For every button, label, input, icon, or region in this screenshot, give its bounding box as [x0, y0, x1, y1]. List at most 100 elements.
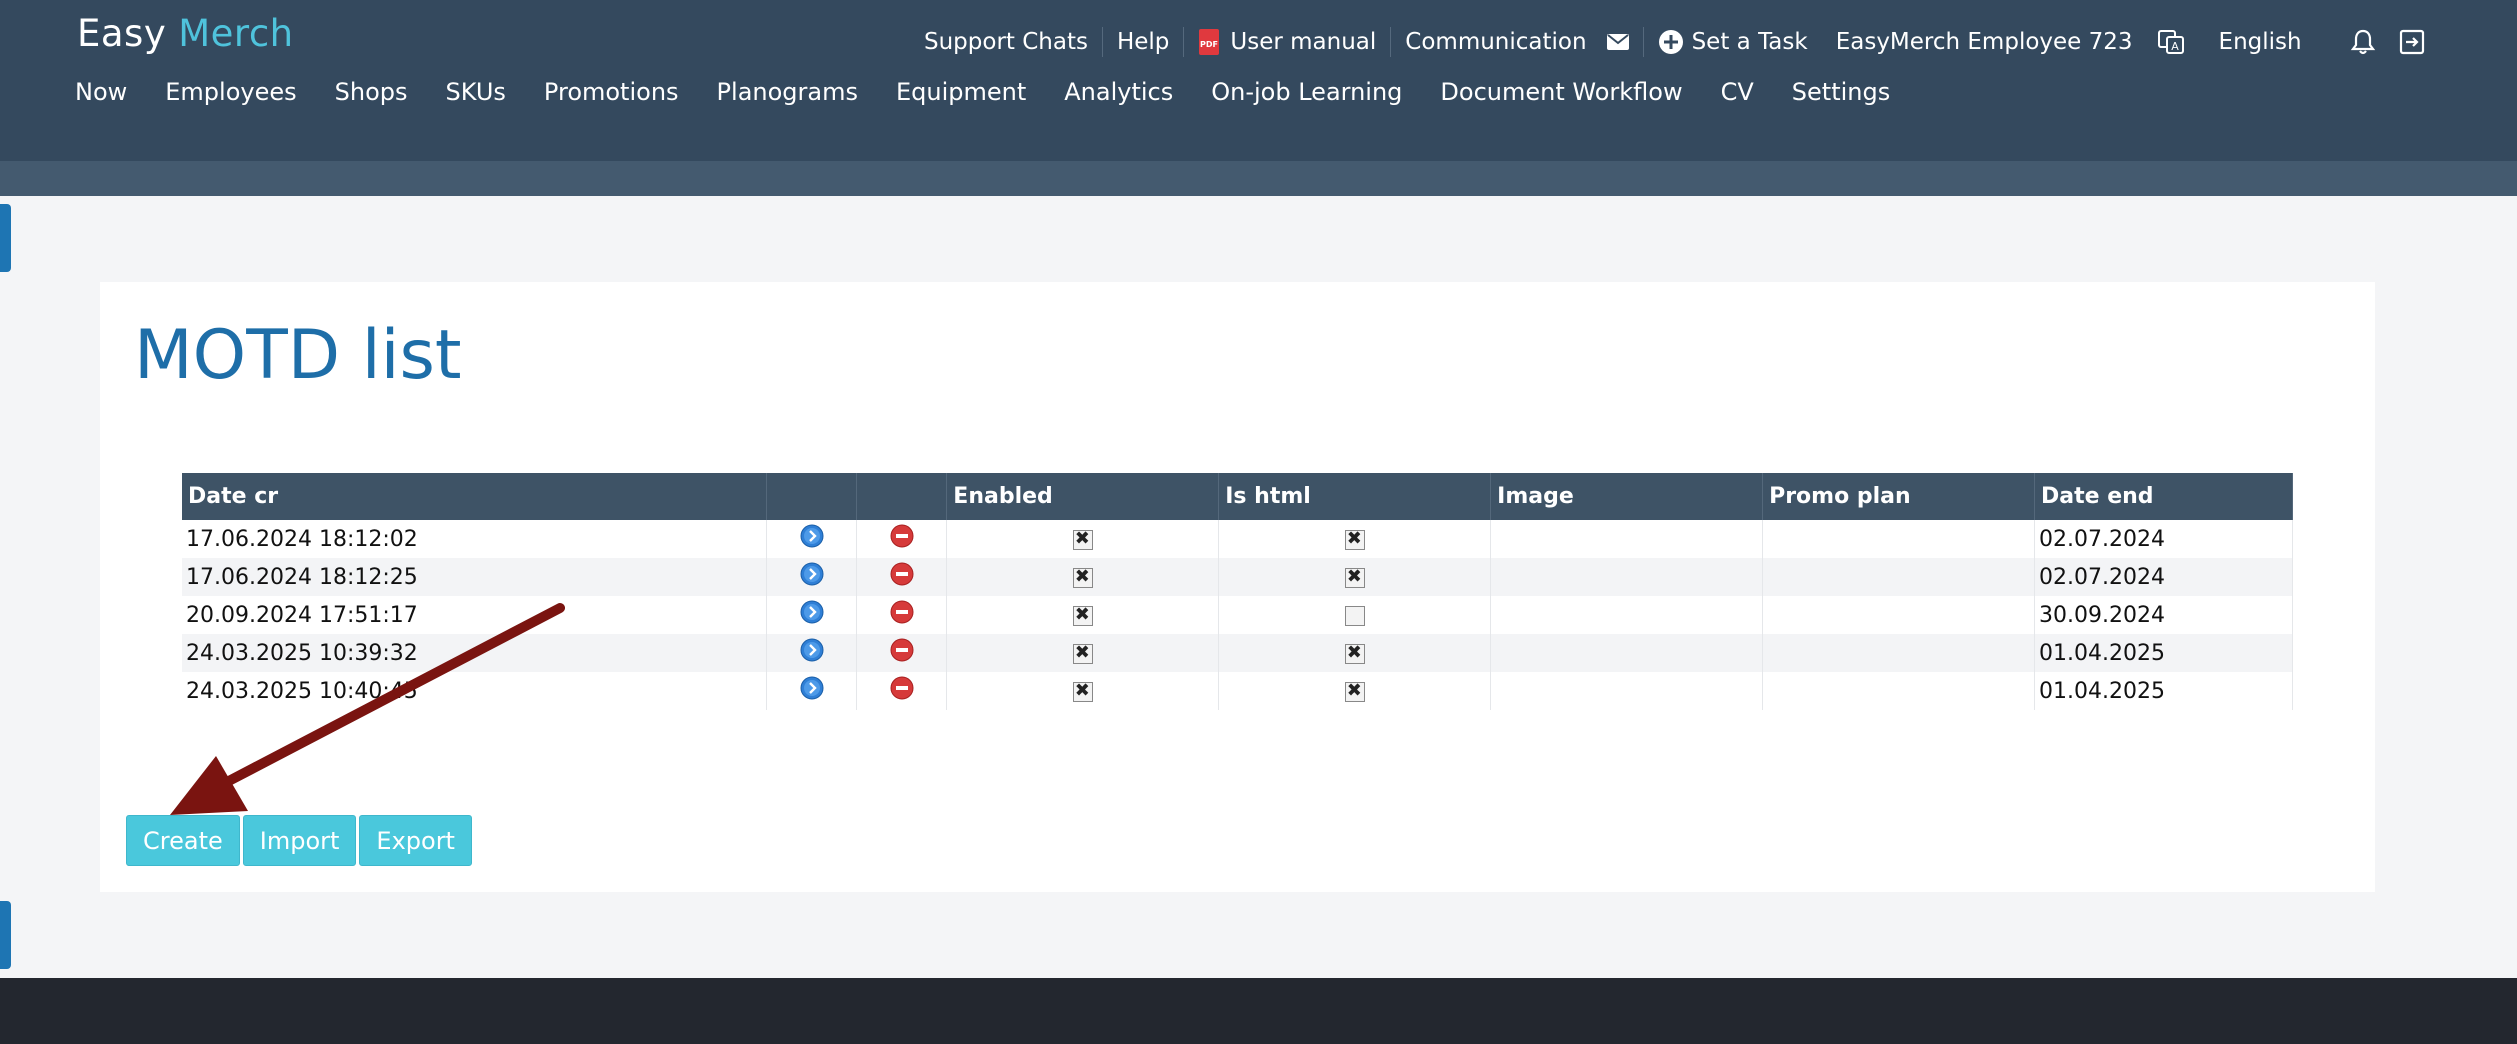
app-logo[interactable]: Easy Merch: [77, 12, 294, 55]
user-profile-link[interactable]: EasyMerch Employee 723: [1822, 22, 2147, 62]
cell-image: [1490, 558, 1764, 596]
motd-table: Date cr Enabled Is html Image Promo plan…: [182, 473, 2293, 710]
nav-skus[interactable]: SKUs: [427, 78, 525, 106]
table-row: 20.09.2024 17:51:17 30.09.2024: [182, 596, 2293, 634]
cell-promo-plan: [1762, 558, 2035, 596]
col-header-enabled[interactable]: Enabled: [946, 473, 1220, 520]
table-row: 24.03.2025 10:40:45 01.04.2025: [182, 672, 2293, 710]
nav-planograms[interactable]: Planograms: [698, 78, 877, 106]
communication-link[interactable]: Communication: [1391, 22, 1642, 62]
view-details-icon[interactable]: [800, 638, 824, 668]
side-tab-top[interactable]: [0, 204, 11, 272]
enabled-checkbox[interactable]: [1072, 566, 1093, 588]
nav-equipment[interactable]: Equipment: [877, 78, 1045, 106]
user-manual-link[interactable]: PDF User manual: [1184, 22, 1390, 62]
table-row: 17.06.2024 18:12:02 02.07.2024: [182, 520, 2293, 558]
is-html-checkbox[interactable]: [1344, 680, 1365, 702]
cell-enabled: [946, 558, 1220, 596]
delete-icon[interactable]: [890, 562, 914, 592]
nav-employees[interactable]: Employees: [146, 78, 315, 106]
logout-icon[interactable]: [2390, 22, 2434, 62]
nav-promotions[interactable]: Promotions: [525, 78, 698, 106]
col-header-view: [766, 473, 858, 520]
cell-image: [1490, 634, 1764, 672]
col-header-delete: [856, 473, 948, 520]
import-button[interactable]: Import: [242, 815, 357, 866]
cell-view: [766, 520, 858, 558]
delete-icon[interactable]: [890, 524, 914, 554]
enabled-checkbox[interactable]: [1072, 642, 1093, 664]
view-details-icon[interactable]: [800, 524, 824, 554]
cell-date-end: 30.09.2024: [2034, 596, 2293, 634]
cell-delete: [856, 596, 948, 634]
nav-shops[interactable]: Shops: [316, 78, 427, 106]
view-details-icon[interactable]: [800, 600, 824, 630]
translate-icon[interactable]: A: [2147, 22, 2195, 62]
set-task-button[interactable]: Set a Task: [1644, 22, 1822, 62]
nav-analytics[interactable]: Analytics: [1045, 78, 1192, 106]
cell-date-end: 02.07.2024: [2034, 558, 2293, 596]
enabled-checkbox[interactable]: [1072, 528, 1093, 550]
cell-delete: [856, 520, 948, 558]
cell-is-html: [1218, 596, 1492, 634]
nav-settings[interactable]: Settings: [1773, 78, 1909, 106]
nav-now[interactable]: Now: [56, 78, 146, 106]
table-row: 24.03.2025 10:39:32 01.04.2025: [182, 634, 2293, 672]
delete-icon[interactable]: [890, 600, 914, 630]
is-html-checkbox[interactable]: [1344, 528, 1365, 550]
cell-image: [1490, 596, 1764, 634]
cell-delete: [856, 672, 948, 710]
plus-circle-icon: [1658, 29, 1684, 55]
cell-date-end: 02.07.2024: [2034, 520, 2293, 558]
cell-view: [766, 596, 858, 634]
side-tab-bottom[interactable]: [0, 901, 11, 969]
cell-promo-plan: [1762, 520, 2035, 558]
cell-is-html: [1218, 558, 1492, 596]
nav-document-workflow[interactable]: Document Workflow: [1421, 78, 1701, 106]
cell-date-end: 01.04.2025: [2034, 672, 2293, 710]
enabled-checkbox[interactable]: [1072, 604, 1093, 626]
pdf-icon: PDF: [1198, 28, 1220, 56]
mail-icon: [1606, 34, 1629, 50]
page-title: MOTD list: [134, 316, 462, 395]
action-buttons: Create Import Export: [126, 815, 472, 866]
cell-date-cr: 24.03.2025 10:39:32: [182, 634, 768, 672]
header-subbar: [0, 161, 2517, 196]
cell-is-html: [1218, 634, 1492, 672]
create-button[interactable]: Create: [126, 815, 240, 866]
table-row: 17.06.2024 18:12:25 02.07.2024: [182, 558, 2293, 596]
cell-is-html: [1218, 520, 1492, 558]
cell-enabled: [946, 520, 1220, 558]
export-button[interactable]: Export: [359, 815, 472, 866]
col-header-image[interactable]: Image: [1490, 473, 1764, 520]
cell-delete: [856, 558, 948, 596]
support-chats-link[interactable]: Support Chats: [910, 22, 1102, 62]
nav-on-job-learning[interactable]: On-job Learning: [1192, 78, 1421, 106]
cell-delete: [856, 634, 948, 672]
cell-is-html: [1218, 672, 1492, 710]
cell-enabled: [946, 672, 1220, 710]
nav-cv[interactable]: CV: [1702, 78, 1773, 106]
col-header-date-end[interactable]: Date end: [2034, 473, 2293, 520]
enabled-checkbox[interactable]: [1072, 680, 1093, 702]
delete-icon[interactable]: [890, 676, 914, 706]
is-html-checkbox[interactable]: [1344, 605, 1365, 626]
svg-text:PDF: PDF: [1200, 40, 1218, 49]
cell-promo-plan: [1762, 596, 2035, 634]
help-link[interactable]: Help: [1103, 22, 1183, 62]
main-nav: Now Employees Shops SKUs Promotions Plan…: [56, 78, 1909, 106]
col-header-is-html[interactable]: Is html: [1218, 473, 1492, 520]
view-details-icon[interactable]: [800, 676, 824, 706]
delete-icon[interactable]: [890, 638, 914, 668]
view-details-icon[interactable]: [800, 562, 824, 592]
col-header-promo-plan[interactable]: Promo plan: [1762, 473, 2035, 520]
is-html-checkbox[interactable]: [1344, 642, 1365, 664]
cell-date-end: 01.04.2025: [2034, 634, 2293, 672]
col-header-date-cr[interactable]: Date cr: [182, 473, 768, 520]
cell-date-cr: 24.03.2025 10:40:45: [182, 672, 768, 710]
cell-view: [766, 558, 858, 596]
page-footer: [0, 978, 2517, 1044]
bell-icon[interactable]: [2336, 22, 2390, 62]
language-selector[interactable]: English: [2205, 22, 2316, 62]
is-html-checkbox[interactable]: [1344, 566, 1365, 588]
